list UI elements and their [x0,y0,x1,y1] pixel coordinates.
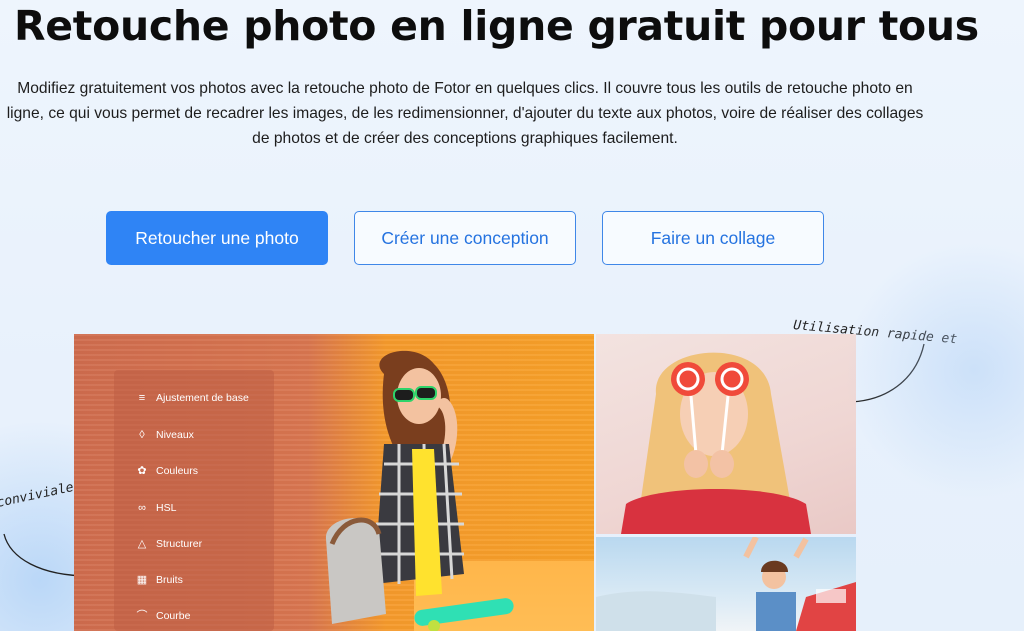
menu-item-label: HSL [156,502,177,514]
menu-item-basic-adjust[interactable]: ≡ Ajustement de base [136,392,249,404]
menu-item-label: Couleurs [156,465,199,477]
page-title: Retouche photo en ligne gratuit pour tou… [14,2,979,50]
retouch-photo-button[interactable]: Retoucher une photo [106,211,328,265]
triangle-icon: △ [137,538,147,550]
hsl-icon: ∞ [138,502,146,514]
adjustment-panel: ≡ Ajustement de base ◊ Niveaux ✿ Couleur… [114,370,274,631]
car-girl-image [596,535,856,631]
create-design-button[interactable]: Créer une conception [354,211,576,265]
curve-icon: ⌒ [136,610,148,622]
noise-icon: ▦ [136,574,148,586]
lollipop-photo [596,334,856,534]
page-description: Modifiez gratuitement vos photos avec la… [6,80,924,147]
editor-preview: ≡ Ajustement de base ◊ Niveaux ✿ Couleur… [74,334,856,631]
drop-icon: ◊ [139,429,145,441]
menu-item-label: Structurer [156,538,203,550]
lollipop-girl-image [621,352,811,534]
menu-item-noise[interactable]: ▦ Bruits [136,574,183,586]
menu-item-label: Ajustement de base [156,392,249,404]
menu-item-hsl[interactable]: ∞ HSL [136,502,176,514]
make-collage-button[interactable]: Faire un collage [602,211,824,265]
menu-item-colors[interactable]: ✿ Couleurs [136,465,198,477]
sliders-icon: ≡ [138,392,146,404]
editing-photo: ≡ Ajustement de base ◊ Niveaux ✿ Couleur… [74,334,594,631]
menu-item-structure[interactable]: △ Structurer [136,538,202,550]
curved-arrow-icon [842,343,925,409]
car-photo [596,535,856,631]
photo-subject-image [325,350,514,631]
menu-item-label: Bruits [156,574,183,586]
menu-item-label: Courbe [156,610,191,622]
menu-item-label: Niveaux [156,429,194,441]
palette-icon: ✿ [137,465,147,477]
annotation-user-friendly: conviviale [0,480,75,511]
menu-item-curve[interactable]: ⌒ Courbe [136,610,191,622]
menu-item-levels[interactable]: ◊ Niveaux [136,429,194,441]
